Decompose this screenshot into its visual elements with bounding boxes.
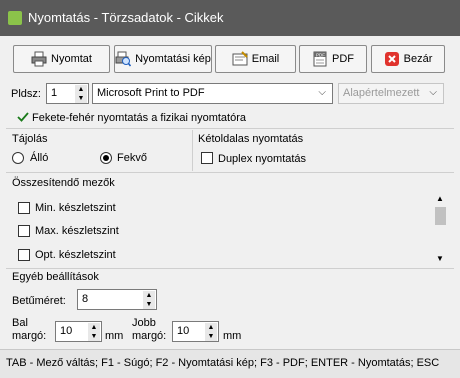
- print-preview-button[interactable]: Nyomtatási kép: [114, 45, 212, 73]
- right-margin-value: 10: [177, 325, 190, 337]
- scroll-thumb[interactable]: [435, 207, 446, 225]
- close-x-icon: [384, 51, 400, 67]
- svg-text:PDF: PDF: [316, 53, 325, 58]
- portrait-radio[interactable]: [12, 152, 24, 164]
- max-stock-checkbox[interactable]: [18, 225, 30, 237]
- left-margin-label: Bal: [12, 317, 28, 329]
- email-icon: [232, 51, 248, 67]
- print-label: Nyomtat: [51, 53, 92, 65]
- pdf-label: PDF: [332, 53, 354, 65]
- copies-stepper[interactable]: 1 ▲ ▼: [46, 83, 89, 104]
- copies-value: 1: [51, 87, 58, 99]
- list-item: Max. készletszint: [35, 225, 119, 237]
- chevron-down-icon: ⌵: [429, 87, 437, 98]
- bw-print-label: Fekete-fehér nyomtatás a fizikai nyomtat…: [32, 112, 246, 124]
- print-preview-label: Nyomtatási kép: [135, 53, 211, 65]
- printer-value: Microsoft Print to PDF: [97, 87, 205, 99]
- app-icon: [8, 11, 22, 25]
- print-button[interactable]: Nyomtat: [13, 45, 110, 73]
- duplex-label: Duplex nyomtatás: [218, 153, 307, 165]
- landscape-radio[interactable]: [100, 152, 112, 164]
- stepper-up-icon[interactable]: ▲: [205, 323, 217, 332]
- right-margin-label: Jobb: [132, 317, 156, 329]
- left-margin-unit: mm: [105, 330, 124, 342]
- min-stock-checkbox[interactable]: [18, 202, 30, 214]
- divider: [6, 128, 454, 129]
- email-button[interactable]: Email: [215, 45, 296, 73]
- portrait-label: Álló: [30, 152, 49, 164]
- font-size-value: 8: [82, 293, 89, 305]
- chevron-down-icon: ⌵: [318, 87, 326, 98]
- close-button[interactable]: Bezár: [371, 45, 445, 73]
- scroll-up-icon[interactable]: ▲: [436, 194, 444, 203]
- stepper-up-icon[interactable]: ▲: [75, 85, 87, 94]
- other-settings-title: Egyéb beállítások: [12, 271, 99, 283]
- divider: [192, 130, 193, 171]
- copies-label: Pldsz:: [11, 88, 41, 100]
- check-icon[interactable]: [16, 110, 30, 124]
- left-margin-value: 10: [60, 325, 73, 337]
- printer-select[interactable]: Microsoft Print to PDF ⌵: [92, 83, 333, 104]
- close-label: Bezár: [403, 53, 433, 65]
- right-margin-stepper[interactable]: 10 ▲ ▼: [172, 321, 219, 342]
- left-margin-label-2: margó:: [12, 330, 47, 342]
- duplex-title: Kétoldalas nyomtatás: [198, 133, 304, 145]
- right-margin-unit: mm: [223, 330, 242, 342]
- pdf-icon: PDF: [312, 51, 328, 67]
- right-margin-label-2: margó:: [132, 330, 167, 342]
- stepper-up-icon[interactable]: ▲: [88, 323, 100, 332]
- paper-select[interactable]: Alapértelmezett ⌵: [338, 83, 444, 104]
- list-item: Min. készletszint: [35, 202, 116, 214]
- status-text: TAB - Mező váltás; F1 - Súgó; F2 - Nyomt…: [6, 357, 440, 369]
- font-size-label: Betűméret:: [12, 295, 66, 307]
- email-label: Email: [251, 53, 280, 65]
- landscape-label: Fekvő: [117, 152, 147, 164]
- font-size-stepper[interactable]: 8 ▲ ▼: [77, 289, 157, 310]
- scroll-down-icon[interactable]: ▼: [436, 254, 444, 263]
- stepper-down-icon[interactable]: ▼: [75, 94, 87, 103]
- paper-value: Alapértelmezett: [343, 87, 420, 99]
- preview-icon: [115, 51, 132, 67]
- divider: [6, 268, 454, 269]
- stepper-up-icon[interactable]: ▲: [143, 291, 155, 300]
- sum-fields-title: Összesítendő mezők: [12, 177, 115, 189]
- window-title: Nyomtatás - Törzsadatok - Cikkek: [28, 10, 224, 25]
- title-bar: Nyomtatás - Törzsadatok - Cikkek: [0, 0, 460, 36]
- opt-stock-checkbox[interactable]: [18, 249, 30, 261]
- status-bar: TAB - Mező váltás; F1 - Súgó; F2 - Nyomt…: [0, 349, 460, 378]
- left-margin-stepper[interactable]: 10 ▲ ▼: [55, 321, 102, 342]
- orientation-title: Tájolás: [12, 133, 48, 145]
- scrollbar[interactable]: ▲ ▼: [433, 191, 448, 266]
- stepper-down-icon[interactable]: ▼: [88, 332, 100, 341]
- list-item: Opt. készletszint: [35, 249, 116, 261]
- printer-icon: [31, 51, 47, 67]
- pdf-button[interactable]: PDF PDF: [299, 45, 367, 73]
- divider: [6, 172, 454, 173]
- stepper-down-icon[interactable]: ▼: [205, 332, 217, 341]
- stepper-down-icon[interactable]: ▼: [143, 300, 155, 309]
- duplex-checkbox[interactable]: [201, 152, 213, 164]
